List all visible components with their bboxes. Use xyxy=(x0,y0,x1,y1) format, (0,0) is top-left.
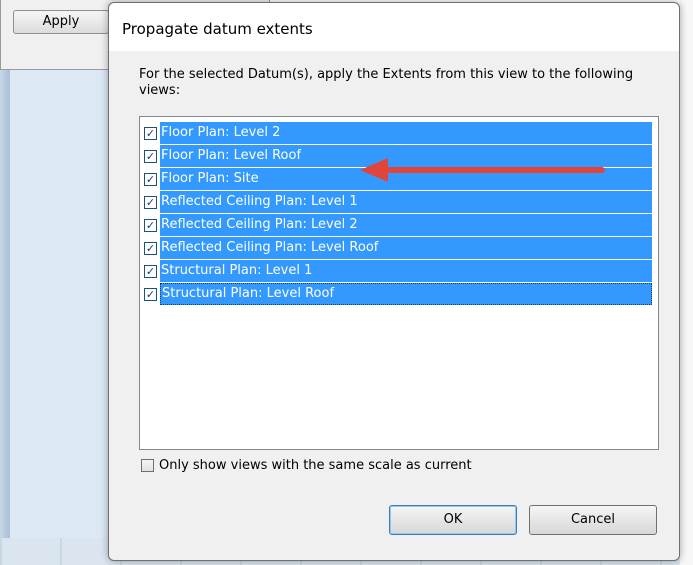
background-right-edge xyxy=(680,0,693,565)
view-checkbox[interactable]: ✓ xyxy=(144,218,157,232)
ok-button[interactable]: OK xyxy=(389,505,517,535)
same-scale-label: Only show views with the same scale as c… xyxy=(159,458,472,473)
view-label: Floor Plan: Site xyxy=(160,168,652,190)
view-checkbox[interactable]: ✓ xyxy=(144,172,157,186)
dialog-title: Propagate datum extents xyxy=(122,20,313,38)
check-icon: ✓ xyxy=(145,149,156,163)
list-item[interactable]: ✓ Reflected Ceiling Plan: Level 1 xyxy=(144,191,652,213)
check-icon: ✓ xyxy=(145,172,156,186)
check-icon: ✓ xyxy=(145,264,156,278)
view-checkbox[interactable]: ✓ xyxy=(144,287,157,301)
views-listbox[interactable]: ✓ Floor Plan: Level 2 ✓ Floor Plan: Leve… xyxy=(139,116,659,450)
view-label: Reflected Ceiling Plan: Level 2 xyxy=(160,214,652,236)
list-item[interactable]: ✓ Floor Plan: Site xyxy=(144,168,652,190)
list-item[interactable]: ✓ Reflected Ceiling Plan: Level Roof xyxy=(144,237,652,259)
list-item[interactable]: ✓ Structural Plan: Level 1 xyxy=(144,260,652,282)
check-icon: ✓ xyxy=(145,287,156,301)
view-label: Structural Plan: Level 1 xyxy=(160,260,652,282)
list-item[interactable]: ✓ Floor Plan: Level Roof xyxy=(144,145,652,167)
background-panel xyxy=(10,70,110,565)
list-item[interactable]: ✓ Structural Plan: Level Roof xyxy=(144,283,652,305)
view-checkbox[interactable]: ✓ xyxy=(144,264,157,278)
list-item[interactable]: ✓ Floor Plan: Level 2 xyxy=(144,122,652,144)
view-label: Floor Plan: Level Roof xyxy=(160,145,652,167)
check-icon: ✓ xyxy=(145,241,156,255)
view-checkbox[interactable]: ✓ xyxy=(144,149,157,163)
check-icon: ✓ xyxy=(145,195,156,209)
view-checkbox[interactable]: ✓ xyxy=(144,241,157,255)
same-scale-option[interactable]: Only show views with the same scale as c… xyxy=(141,458,472,473)
background-frame xyxy=(0,70,10,565)
check-icon: ✓ xyxy=(145,126,156,140)
instructions-text: For the selected Datum(s), apply the Ext… xyxy=(139,67,634,98)
list-item[interactable]: ✓ Reflected Ceiling Plan: Level 2 xyxy=(144,214,652,236)
cancel-button[interactable]: Cancel xyxy=(529,505,657,535)
view-label: Floor Plan: Level 2 xyxy=(160,122,652,144)
same-scale-checkbox[interactable] xyxy=(141,459,154,472)
view-label: Structural Plan: Level Roof xyxy=(160,283,652,305)
view-checkbox[interactable]: ✓ xyxy=(144,195,157,209)
view-checkbox[interactable]: ✓ xyxy=(144,126,157,140)
view-label: Reflected Ceiling Plan: Level 1 xyxy=(160,191,652,213)
propagate-datum-extents-dialog: Propagate datum extents For the selected… xyxy=(108,2,680,561)
apply-button[interactable]: Apply xyxy=(13,10,109,34)
check-icon: ✓ xyxy=(145,218,156,232)
dialog-titlebar[interactable]: Propagate datum extents xyxy=(109,3,679,51)
view-label: Reflected Ceiling Plan: Level Roof xyxy=(160,237,652,259)
